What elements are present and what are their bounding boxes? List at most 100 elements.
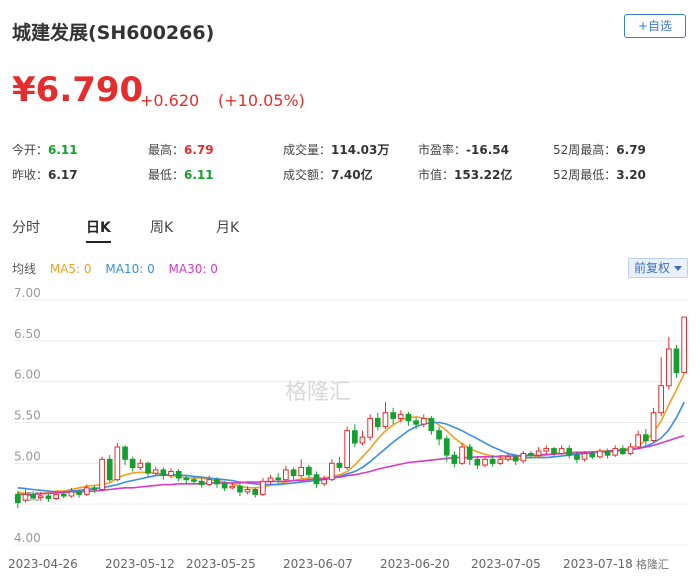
candle-body bbox=[160, 469, 167, 477]
candle-body bbox=[635, 434, 641, 448]
candle-body bbox=[643, 434, 649, 442]
price-change-percent: (+10.05%) bbox=[218, 91, 305, 110]
tab-daily-k[interactable]: 日K bbox=[86, 217, 111, 243]
candle-body bbox=[374, 417, 381, 428]
candle-body bbox=[229, 485, 236, 489]
ma5-legend: MA5: 0 bbox=[49, 262, 92, 276]
stat-pe-label: 市盈率： bbox=[418, 143, 467, 157]
stat-prev-close-value: 6.17 bbox=[48, 168, 78, 182]
candle-body bbox=[68, 491, 75, 497]
candle-body bbox=[83, 487, 90, 495]
candle-body bbox=[183, 477, 190, 481]
candle-body bbox=[60, 493, 67, 497]
candle-body bbox=[666, 348, 672, 387]
x-tick-label: 2023-05-25 bbox=[186, 557, 256, 571]
stat-prev-close-label: 昨收： bbox=[12, 168, 49, 182]
ma-legend: 均线 MA5: 0 MA10: 0 MA30: 0 bbox=[12, 260, 228, 277]
x-tick-label: 2023-07-05 bbox=[471, 557, 541, 571]
candle-body bbox=[574, 454, 580, 460]
candle-body bbox=[53, 493, 59, 499]
stat-low-value: 6.11 bbox=[184, 168, 214, 182]
candle-body bbox=[466, 446, 473, 460]
candle-body bbox=[627, 446, 634, 454]
candle-body bbox=[145, 462, 151, 474]
candle-body bbox=[673, 348, 680, 374]
candle-body bbox=[489, 458, 496, 464]
candle-body bbox=[198, 480, 205, 486]
candle-body bbox=[597, 450, 603, 458]
candle-body bbox=[367, 417, 373, 438]
stat-volume-label: 成交量： bbox=[283, 143, 332, 157]
candle-body bbox=[106, 458, 113, 481]
candle-body bbox=[482, 458, 488, 466]
price-adjust-dropdown[interactable]: 前复权 bbox=[628, 258, 688, 278]
candle-body bbox=[397, 413, 404, 419]
stat-open-label: 今开： bbox=[12, 143, 49, 157]
stat-market-cap: 市值：153.22亿 bbox=[418, 166, 512, 183]
price-change: +0.620 bbox=[140, 91, 200, 110]
candle-body bbox=[604, 450, 611, 456]
x-tick-label: 2023-04-26 bbox=[8, 557, 78, 571]
x-tick-label: 2023-05-12 bbox=[105, 557, 175, 571]
candle-body bbox=[497, 458, 504, 464]
candle-body bbox=[620, 448, 626, 455]
y-tick-label: 5.50 bbox=[14, 409, 41, 423]
add-favorite-button[interactable]: +自选 bbox=[624, 14, 686, 38]
stat-amount: 成交额：7.40亿 bbox=[283, 166, 373, 183]
candle-body bbox=[22, 493, 29, 501]
stat-high-label: 最高： bbox=[148, 143, 185, 157]
candle-body bbox=[221, 483, 228, 489]
candle-body bbox=[344, 430, 350, 468]
candle-body bbox=[681, 316, 687, 374]
stat-open: 今开：6.11 bbox=[12, 141, 78, 158]
candle-body bbox=[244, 489, 251, 493]
stock-title: 城建发展(SH600266) bbox=[12, 22, 215, 44]
candle-body bbox=[152, 469, 159, 474]
stat-volume-value: 114.03万 bbox=[331, 143, 390, 157]
candle-body bbox=[76, 491, 82, 495]
candlestick-chart[interactable]: 7.006.506.005.505.004.504.00格隆汇2023-04-2… bbox=[0, 285, 700, 578]
candle-body bbox=[137, 462, 144, 468]
stat-volume: 成交量：114.03万 bbox=[283, 141, 389, 158]
candle-body bbox=[114, 446, 121, 481]
y-tick-label: 4.00 bbox=[14, 531, 41, 545]
candle-body bbox=[436, 430, 442, 440]
candle-body bbox=[405, 413, 412, 422]
candle-body bbox=[520, 453, 527, 462]
ma10-legend: MA10: 0 bbox=[105, 262, 155, 276]
candle-body bbox=[528, 453, 534, 456]
candle-body bbox=[589, 453, 596, 458]
stat-low: 最低：6.11 bbox=[148, 166, 214, 183]
stat-amount-label: 成交额： bbox=[283, 168, 332, 182]
stat-52w-low: 52周最低：3.20 bbox=[553, 166, 646, 183]
candle-body bbox=[612, 448, 619, 456]
candle-body bbox=[535, 450, 542, 456]
tab-monthly-k[interactable]: 月K bbox=[216, 217, 239, 237]
candle-body bbox=[551, 448, 557, 455]
y-tick-label: 6.50 bbox=[14, 327, 41, 341]
candle-body bbox=[505, 456, 511, 460]
stat-amount-value: 7.40亿 bbox=[331, 168, 373, 182]
tab-intraday[interactable]: 分时 bbox=[12, 217, 40, 237]
candle-body bbox=[321, 479, 327, 485]
chart-period-tabs: 分时 日K 周K 月K bbox=[0, 217, 700, 243]
watermark-corner: 格隆汇 bbox=[636, 558, 669, 571]
candle-body bbox=[175, 471, 182, 479]
candle-body bbox=[352, 430, 358, 444]
candle-body bbox=[214, 479, 220, 485]
candle-body bbox=[650, 412, 657, 441]
candle-body bbox=[267, 477, 274, 482]
candle-body bbox=[512, 456, 519, 462]
candle-body bbox=[129, 458, 136, 469]
candle-body bbox=[413, 420, 419, 425]
candle-body bbox=[37, 495, 44, 499]
watermark: 格隆汇 bbox=[285, 380, 351, 405]
tab-weekly-k[interactable]: 周K bbox=[150, 217, 173, 237]
candle-body bbox=[336, 462, 343, 468]
candle-body bbox=[566, 448, 573, 456]
candle-body bbox=[168, 471, 174, 477]
candle-body bbox=[658, 385, 664, 414]
candle-body bbox=[99, 458, 105, 491]
candle-body bbox=[191, 479, 197, 482]
stat-high-value: 6.79 bbox=[184, 143, 214, 157]
